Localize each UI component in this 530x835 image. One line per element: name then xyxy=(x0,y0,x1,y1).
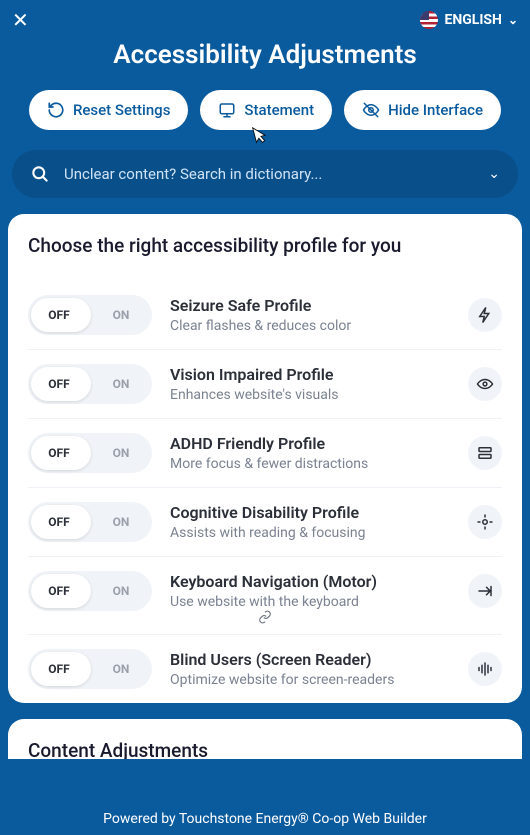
toggle-seizure-safe[interactable]: OFF ON xyxy=(28,295,152,335)
eye-icon xyxy=(468,367,502,401)
eye-off-icon xyxy=(362,101,380,119)
profile-title: Blind Users (Screen Reader) xyxy=(170,650,450,669)
profile-blind-users: OFF ON Blind Users (Screen Reader) Optim… xyxy=(28,634,502,703)
flag-icon xyxy=(420,11,438,29)
content-adjustments-heading: Content Adjustments xyxy=(28,739,502,759)
toggle-blind-users[interactable]: OFF ON xyxy=(28,649,152,689)
profile-subtitle: More focus & fewer distractions xyxy=(170,456,450,472)
statement-button[interactable]: Statement xyxy=(200,90,332,130)
profile-subtitle: Assists with reading & focusing xyxy=(170,525,450,541)
toggle-adhd-friendly[interactable]: OFF ON xyxy=(28,433,152,473)
profile-subtitle: Use website with the keyboard xyxy=(170,594,450,610)
profile-title: Vision Impaired Profile xyxy=(170,365,450,384)
footer-credit: Powered by Touchstone Energy® Co-op Web … xyxy=(0,803,530,835)
audio-wave-icon xyxy=(468,652,502,686)
dictionary-search[interactable]: ⌄ xyxy=(12,150,518,198)
toggle-keyboard-navigation[interactable]: OFF ON xyxy=(28,571,152,611)
profile-subtitle: Clear flashes & reduces color xyxy=(170,318,450,334)
tab-arrow-icon xyxy=(468,574,502,608)
profile-seizure-safe: OFF ON Seizure Safe Profile Clear flashe… xyxy=(28,281,502,350)
profile-title: ADHD Friendly Profile xyxy=(170,434,450,453)
profile-subtitle: Enhances website's visuals xyxy=(170,387,450,403)
layers-icon xyxy=(468,436,502,470)
profile-adhd-friendly: OFF ON ADHD Friendly Profile More focus … xyxy=(28,419,502,488)
chevron-down-icon[interactable]: ⌄ xyxy=(488,166,500,182)
link-icon xyxy=(28,609,502,628)
content-adjustments-card: Content Adjustments xyxy=(8,719,522,759)
statement-icon xyxy=(218,101,236,119)
profile-title: Cognitive Disability Profile xyxy=(170,503,450,522)
reset-settings-button[interactable]: Reset Settings xyxy=(29,90,188,130)
search-icon xyxy=(30,164,50,184)
profile-cognitive-disability: OFF ON Cognitive Disability Profile Assi… xyxy=(28,488,502,557)
page-title: Accessibility Adjustments xyxy=(0,40,530,70)
profile-subtitle: Optimize website for screen-readers xyxy=(170,672,450,688)
profile-vision-impaired: OFF ON Vision Impaired Profile Enhances … xyxy=(28,350,502,419)
profile-title: Keyboard Navigation (Motor) xyxy=(170,572,450,591)
toggle-cognitive-disability[interactable]: OFF ON xyxy=(28,502,152,542)
toggle-vision-impaired[interactable]: OFF ON xyxy=(28,364,152,404)
close-icon[interactable]: ✕ xyxy=(12,10,29,30)
profile-keyboard-navigation: OFF ON Keyboard Navigation (Motor) Use w… xyxy=(28,557,502,615)
language-label: ENGLISH xyxy=(444,12,501,28)
profiles-heading: Choose the right accessibility profile f… xyxy=(28,234,502,257)
target-icon xyxy=(468,505,502,539)
chevron-down-icon: ⌄ xyxy=(508,13,518,27)
hide-interface-button[interactable]: Hide Interface xyxy=(344,90,501,130)
profiles-card: Choose the right accessibility profile f… xyxy=(8,214,522,703)
lightning-icon xyxy=(468,298,502,332)
search-input[interactable] xyxy=(64,165,474,183)
refresh-icon xyxy=(47,101,65,119)
language-selector[interactable]: ENGLISH ⌄ xyxy=(420,11,518,29)
profile-title: Seizure Safe Profile xyxy=(170,296,450,315)
